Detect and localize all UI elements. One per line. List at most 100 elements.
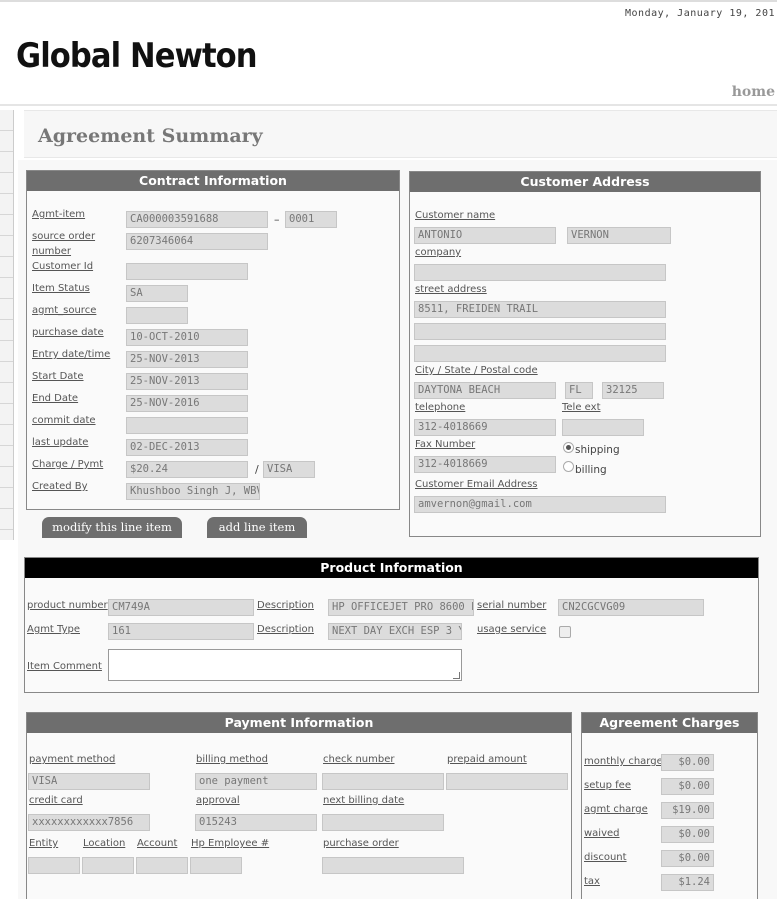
home-link[interactable]: home [732, 84, 775, 100]
approval-label[interactable]: approval [196, 794, 240, 808]
modify-line-item-button[interactable]: modify this line item [42, 517, 182, 538]
product-number-label[interactable]: product number [27, 599, 108, 613]
item-status-field[interactable]: SA [126, 285, 188, 302]
credit-card-label[interactable]: credit card [29, 794, 83, 808]
source-order-field[interactable]: 6207346064 [126, 233, 268, 250]
last-update-field[interactable]: 02-DEC-2013 [126, 439, 248, 456]
resize-grip-icon[interactable] [453, 672, 460, 679]
charge-pymt-label[interactable]: Charge / Pymt [32, 458, 103, 472]
discount-label[interactable]: discount [584, 851, 627, 865]
customer-id-label[interactable]: Customer Id [32, 260, 93, 274]
purchase-order-label[interactable]: purchase order [323, 837, 399, 851]
setup-fee-field[interactable]: $0.00 [661, 778, 714, 795]
location-field[interactable] [82, 857, 134, 874]
purchase-date-field[interactable]: 10-OCT-2010 [126, 329, 248, 346]
telephone-field[interactable]: 312-4018669 [414, 419, 556, 436]
street-address-label[interactable]: street address [415, 283, 487, 297]
created-by-label[interactable]: Created By [32, 480, 88, 494]
agmt-item-label[interactable]: Agmt-item [32, 208, 85, 222]
last-update-label[interactable]: last update [32, 436, 88, 450]
hp-employee-field[interactable] [190, 857, 242, 874]
purchase-date-label[interactable]: purchase date [32, 326, 104, 340]
state-field[interactable]: FL [565, 382, 593, 399]
agmt-item-field[interactable]: CA000003591688 [126, 211, 268, 228]
description-label[interactable]: Description [257, 599, 314, 613]
city-state-zip-label[interactable]: City / State / Postal code [415, 364, 538, 378]
agmt-type-label[interactable]: Agmt Type [27, 623, 80, 637]
billing-method-field[interactable]: one payment [195, 773, 317, 790]
description-2-label[interactable]: Description [257, 623, 314, 637]
account-field[interactable] [136, 857, 188, 874]
site-logo[interactable]: Global Newton [16, 36, 258, 76]
commit-date-field[interactable] [126, 417, 248, 434]
agmt-source-label[interactable]: agmt_source [32, 304, 96, 318]
city-field[interactable]: DAYTONA BEACH [414, 382, 556, 399]
entity-label[interactable]: Entity [29, 837, 58, 851]
tele-ext-label[interactable]: Tele ext [562, 401, 601, 415]
customer-id-field[interactable] [126, 263, 248, 280]
waived-field[interactable]: $0.00 [661, 826, 714, 843]
agmt-type-field[interactable]: 161 [108, 623, 254, 640]
email-label[interactable]: Customer Email Address [415, 478, 538, 492]
last-name-field[interactable]: VERNON [567, 227, 671, 244]
credit-card-field[interactable]: xxxxxxxxxxxx7856 [28, 814, 150, 831]
first-name-field[interactable]: ANTONIO [414, 227, 556, 244]
end-date-field[interactable]: 25-NOV-2016 [126, 395, 248, 412]
start-date-label[interactable]: Start Date [32, 370, 84, 384]
agmt-charge-label[interactable]: agmt charge [584, 803, 648, 817]
commit-date-label[interactable]: commit date [32, 414, 96, 428]
tax-label[interactable]: tax [584, 875, 600, 889]
company-field[interactable] [414, 264, 666, 281]
discount-field[interactable]: $0.00 [661, 850, 714, 867]
fax-number-label[interactable]: Fax Number [415, 438, 475, 452]
email-field[interactable]: amvernon@gmail.com [414, 496, 666, 513]
prepaid-amount-field[interactable] [446, 773, 568, 790]
purchase-order-field[interactable] [322, 857, 464, 874]
next-billing-date-label[interactable]: next billing date [323, 794, 404, 808]
account-label[interactable]: Account [137, 837, 177, 851]
street-address-1-field[interactable]: 8511, FREIDEN TRAIL [414, 301, 666, 318]
street-address-2-field[interactable] [414, 323, 666, 340]
usage-service-label[interactable]: usage service [477, 623, 546, 637]
shipping-radio[interactable] [563, 442, 574, 453]
description-field[interactable]: HP OFFICEJET PRO 8600 E-A [328, 599, 474, 616]
created-by-field[interactable]: Khushboo Singh J, WBV0 [126, 483, 260, 500]
tele-ext-field[interactable] [562, 419, 644, 436]
monthly-charge-field[interactable]: $0.00 [661, 754, 714, 771]
source-order-label[interactable]: source order [32, 230, 95, 244]
agmt-charge-field[interactable]: $19.00 [661, 802, 714, 819]
charge-field[interactable]: $20.24 [126, 461, 248, 478]
fax-number-field[interactable]: 312-4018669 [414, 456, 556, 473]
entity-field[interactable] [28, 857, 80, 874]
check-number-field[interactable] [322, 773, 444, 790]
monthly-charge-label[interactable]: monthly charge [584, 755, 663, 769]
product-number-field[interactable]: CM749A [108, 599, 254, 616]
pymt-field[interactable]: VISA [263, 461, 315, 478]
check-number-label[interactable]: check number [323, 753, 394, 767]
add-line-item-button[interactable]: add line item [207, 517, 307, 538]
prepaid-amount-label[interactable]: prepaid amount [447, 753, 527, 767]
item-comment-textarea[interactable] [108, 649, 462, 681]
serial-number-label[interactable]: serial number [477, 599, 546, 613]
telephone-label[interactable]: telephone [415, 401, 465, 415]
customer-name-label[interactable]: Customer name [415, 209, 495, 223]
source-order-label-2[interactable]: number [32, 245, 71, 259]
description-2-field[interactable]: NEXT DAY EXCH ESP 3 YR [328, 623, 462, 640]
approval-field[interactable]: 015243 [195, 814, 317, 831]
usage-service-checkbox[interactable] [559, 626, 571, 638]
entry-date-field[interactable]: 25-NOV-2013 [126, 351, 248, 368]
company-label[interactable]: company [415, 246, 461, 260]
waived-label[interactable]: waived [584, 827, 620, 841]
billing-method-label[interactable]: billing method [196, 753, 268, 767]
location-label[interactable]: Location [83, 837, 125, 851]
setup-fee-label[interactable]: setup fee [584, 779, 631, 793]
start-date-field[interactable]: 25-NOV-2013 [126, 373, 248, 390]
entry-date-label[interactable]: Entry date/time [32, 348, 110, 362]
item-comment-label[interactable]: Item Comment [27, 660, 102, 674]
tax-field[interactable]: $1.24 [661, 874, 714, 891]
payment-method-field[interactable]: VISA [28, 773, 150, 790]
payment-method-label[interactable]: payment method [29, 753, 115, 767]
agmt-source-field[interactable] [126, 307, 188, 324]
hp-employee-label[interactable]: Hp Employee # [191, 837, 269, 851]
item-status-label[interactable]: Item Status [32, 282, 90, 296]
